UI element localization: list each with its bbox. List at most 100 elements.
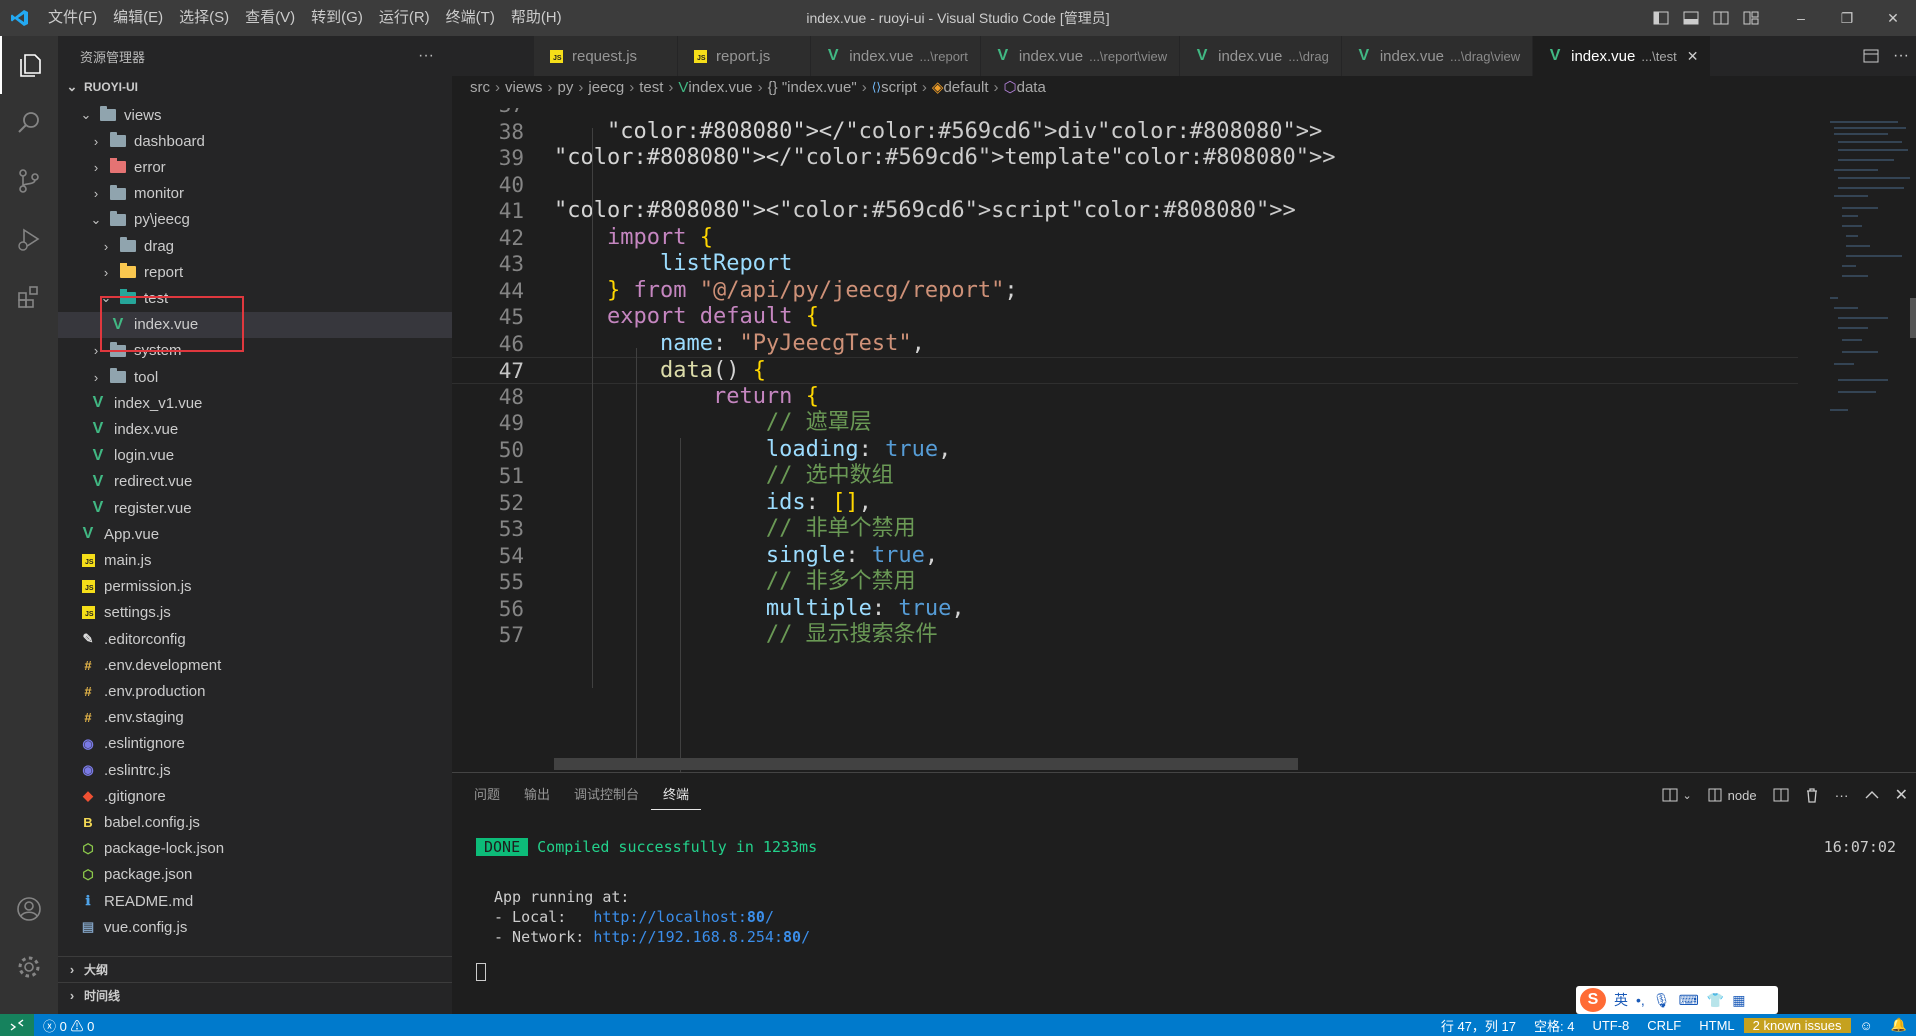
- menu-item[interactable]: 查看(V): [237, 0, 303, 36]
- panel-tab[interactable]: 输出: [512, 773, 562, 817]
- split-terminal-icon[interactable]: [1765, 773, 1797, 817]
- panel-tab[interactable]: 问题: [462, 773, 512, 817]
- tree-item[interactable]: ⬡ package.json: [58, 862, 452, 888]
- explorer-icon[interactable]: [0, 36, 58, 94]
- tree-item[interactable]: › drag: [58, 233, 452, 259]
- breadcrumb-item[interactable]: script: [881, 79, 917, 96]
- code-line[interactable]: 40: [452, 172, 1798, 199]
- breadcrumb-item[interactable]: jeecg: [588, 79, 624, 96]
- toggle-secondary-sidebar-icon[interactable]: [1706, 0, 1736, 36]
- feedback-icon[interactable]: ☺: [1851, 1018, 1882, 1033]
- code-line[interactable]: 54 single: true,: [452, 543, 1798, 570]
- breadcrumb-item[interactable]: py: [558, 79, 574, 96]
- run-debug-icon[interactable]: [0, 210, 58, 268]
- menu-item[interactable]: 终端(T): [438, 0, 503, 36]
- code-line[interactable]: 49 // 遮罩层: [452, 410, 1798, 437]
- ime-language[interactable]: 英: [1614, 990, 1628, 1010]
- tree-item[interactable]: # .env.production: [58, 678, 452, 704]
- code-line[interactable]: 56 multiple: true,: [452, 596, 1798, 623]
- breadcrumb-item[interactable]: data: [1017, 79, 1046, 96]
- manage-gear-icon[interactable]: [0, 938, 58, 996]
- close-button[interactable]: ✕: [1870, 0, 1916, 36]
- breadcrumb-item[interactable]: default: [943, 79, 988, 96]
- editor-tab[interactable]: Vindex.vue ...\report\view: [980, 36, 1181, 76]
- known-issues-badge[interactable]: 2 known issues: [1743, 1017, 1851, 1033]
- code-editor[interactable]: 3738 "color:#808080"></"color:#569cd6">d…: [452, 108, 1798, 772]
- split-editor-icon[interactable]: [1856, 38, 1886, 74]
- code-line[interactable]: 44 } from "@/api/py/jeecg/report";: [452, 278, 1798, 305]
- close-panel-icon[interactable]: ✕: [1887, 773, 1916, 817]
- tree-item[interactable]: ⌄ views: [58, 102, 452, 128]
- tree-item[interactable]: › monitor: [58, 181, 452, 207]
- panel-tab[interactable]: 调试控制台: [562, 773, 651, 817]
- tree-item[interactable]: ◉ .eslintrc.js: [58, 757, 452, 783]
- tree-item[interactable]: › tool: [58, 364, 452, 390]
- code-line[interactable]: 55 // 非多个禁用: [452, 569, 1798, 596]
- terminal-selector[interactable]: node: [1700, 773, 1765, 817]
- menu-item[interactable]: 运行(R): [371, 0, 438, 36]
- tree-item[interactable]: ⬡ package-lock.json: [58, 836, 452, 862]
- tree-item[interactable]: Vregister.vue: [58, 495, 452, 521]
- local-url-link[interactable]: http://localhost:80/: [593, 908, 774, 926]
- tree-item[interactable]: Bbabel.config.js: [58, 809, 452, 835]
- editor-tab[interactable]: Vindex.vue ...\drag: [1180, 36, 1342, 76]
- tree-item[interactable]: JS settings.js: [58, 600, 452, 626]
- tree-item[interactable]: # .env.development: [58, 652, 452, 678]
- launch-profile-icon[interactable]: ⌄: [1654, 773, 1699, 817]
- code-line[interactable]: 47 data() {: [452, 357, 1798, 384]
- tree-item[interactable]: ▤ vue.config.js: [58, 914, 452, 940]
- menu-item[interactable]: 转到(G): [303, 0, 371, 36]
- keyboard-icon[interactable]: ⌨: [1679, 992, 1699, 1009]
- explorer-more-button[interactable]: ···: [418, 47, 434, 65]
- tree-item[interactable]: › error: [58, 154, 452, 180]
- remote-icon[interactable]: [0, 1014, 34, 1036]
- code-line[interactable]: 53 // 非单个禁用: [452, 516, 1798, 543]
- search-icon[interactable]: [0, 94, 58, 152]
- code-line[interactable]: 37: [452, 108, 1798, 119]
- microphone-icon[interactable]: 🎙: [1653, 992, 1671, 1009]
- ime-toolbar[interactable]: S 英 •, 🎙 ⌨ 👕 ▦: [1576, 986, 1778, 1014]
- code-line[interactable]: 51 // 选中数组: [452, 463, 1798, 490]
- maximize-panel-chevron-up-icon[interactable]: [1857, 773, 1887, 817]
- accounts-icon[interactable]: [0, 880, 58, 938]
- notifications-bell-icon[interactable]: 🔔: [1882, 1017, 1916, 1033]
- code-line[interactable]: 45 export default {: [452, 304, 1798, 331]
- tree-item[interactable]: Vredirect.vue: [58, 469, 452, 495]
- tree-item[interactable]: ✎ .editorconfig: [58, 626, 452, 652]
- encoding[interactable]: UTF-8: [1583, 1018, 1638, 1033]
- editor-tab[interactable]: Vindex.vue ...\test ✕: [1533, 36, 1712, 76]
- ime-punctuation[interactable]: •,: [1636, 992, 1645, 1008]
- problems-indicator[interactable]: ⓧ 0 ⚠ 0: [34, 1016, 103, 1035]
- close-icon[interactable]: ✕: [1687, 48, 1699, 65]
- tree-item[interactable]: ◆ .gitignore: [58, 783, 452, 809]
- breadcrumb-item[interactable]: index.vue: [688, 79, 752, 96]
- kill-terminal-trash-icon[interactable]: [1797, 773, 1827, 817]
- tree-item[interactable]: ℹ README.md: [58, 888, 452, 914]
- timeline-section[interactable]: › 时间线: [58, 982, 452, 1008]
- more-actions-icon[interactable]: ···: [1886, 38, 1916, 74]
- tree-item[interactable]: V App.vue: [58, 521, 452, 547]
- tree-item[interactable]: Vindex_v1.vue: [58, 390, 452, 416]
- workspace-root[interactable]: ⌄ RUOYI-UI: [58, 76, 452, 98]
- code-line[interactable]: 50 loading: true,: [452, 437, 1798, 464]
- panel-tab[interactable]: 终端: [651, 780, 702, 810]
- customize-layout-icon[interactable]: [1736, 0, 1766, 36]
- toggle-sidebar-icon[interactable]: [1646, 0, 1676, 36]
- minimize-button[interactable]: –: [1778, 0, 1824, 36]
- tree-item[interactable]: ◉ .eslintignore: [58, 731, 452, 757]
- menu-item[interactable]: 文件(F): [40, 0, 105, 36]
- editor-tab[interactable]: Vindex.vue ...\report: [811, 36, 981, 76]
- menu-item[interactable]: 编辑(E): [105, 0, 171, 36]
- skin-icon[interactable]: 👕: [1707, 992, 1724, 1009]
- code-line[interactable]: 48 return {: [452, 384, 1798, 411]
- tree-item[interactable]: ⌄ py\jeecg: [58, 207, 452, 233]
- code-line[interactable]: 42 import {: [452, 225, 1798, 252]
- editor-tab[interactable]: JS report.js: [678, 36, 812, 76]
- code-line[interactable]: 43 listReport: [452, 251, 1798, 278]
- tree-item[interactable]: Vindex.vue: [58, 416, 452, 442]
- tree-item[interactable]: Vlogin.vue: [58, 443, 452, 469]
- tree-item[interactable]: › dashboard: [58, 128, 452, 154]
- tree-item[interactable]: # .env.staging: [58, 705, 452, 731]
- more-actions-icon[interactable]: ···: [1827, 773, 1857, 817]
- horizontal-scrollbar[interactable]: [554, 758, 1298, 770]
